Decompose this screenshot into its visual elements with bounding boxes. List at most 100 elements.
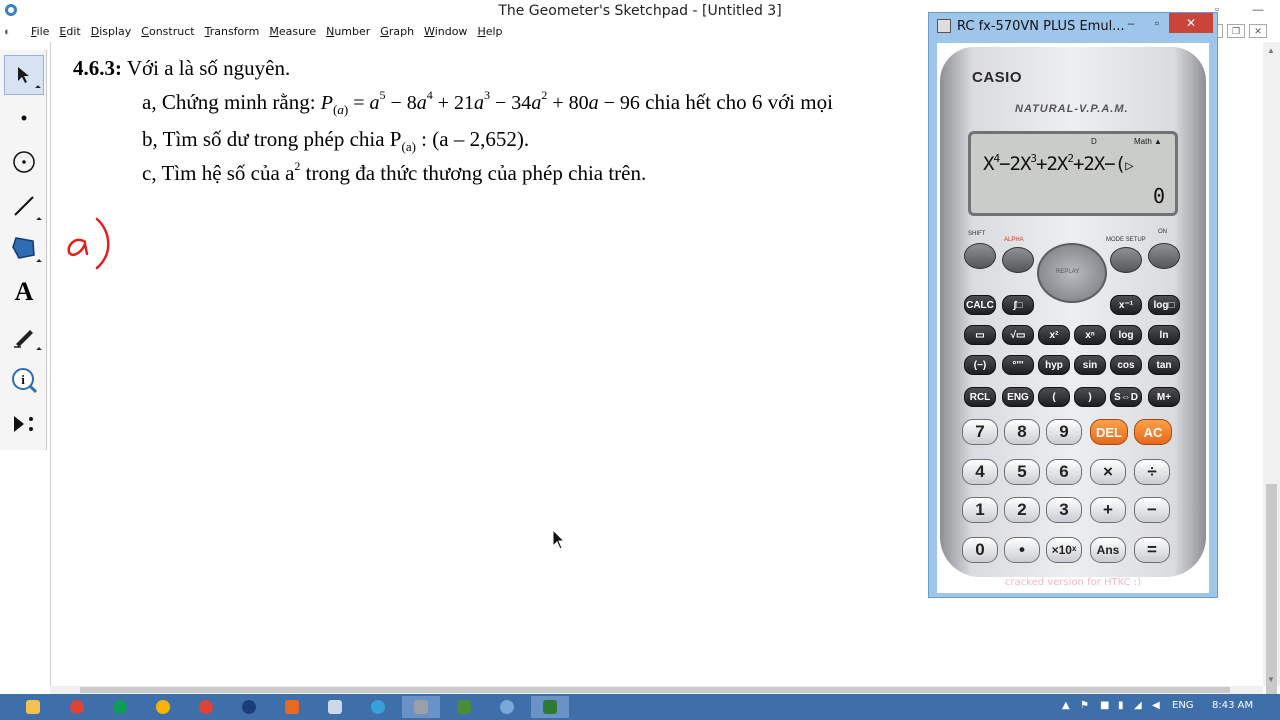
pdf-icon[interactable]	[273, 696, 311, 718]
tray-network-icon[interactable]: ◢	[1134, 700, 1142, 711]
menu-item[interactable]: Display	[86, 25, 137, 38]
information-tool[interactable]: i	[4, 360, 44, 400]
calculator-key[interactable]: =	[1134, 537, 1170, 563]
alpha-key[interactable]	[1002, 247, 1034, 273]
del-key[interactable]: DEL	[1090, 419, 1128, 445]
menu-item[interactable]: Number	[321, 25, 375, 38]
point-tool[interactable]	[4, 98, 44, 138]
scroll-up-icon[interactable]: ▲	[1267, 46, 1275, 55]
menu-item[interactable]: Window	[419, 25, 472, 38]
ac-key[interactable]: AC	[1134, 419, 1172, 445]
calculator-key[interactable]: +	[1090, 497, 1126, 523]
mdi-close-icon[interactable]: ✕	[1249, 24, 1267, 38]
scroll-down-icon[interactable]: ▼	[1267, 675, 1275, 684]
menu-item[interactable]: Measure	[264, 25, 321, 38]
taskbar: ▲ ⚑ ■ ▮ ◢ ◀ ENG 8:43 AM	[0, 694, 1280, 720]
calculator-key[interactable]: 1	[962, 497, 998, 523]
calculator-key[interactable]: −	[1134, 497, 1170, 523]
calculator-key[interactable]: (	[1038, 387, 1070, 407]
calculator-key[interactable]: 8	[1004, 419, 1040, 445]
calculator-key[interactable]: ▭	[964, 325, 996, 345]
tray-power-icon[interactable]: ▮	[1118, 700, 1124, 711]
custom-tool[interactable]	[4, 404, 44, 444]
compass-tool[interactable]	[4, 142, 44, 182]
recorder-icon[interactable]	[488, 696, 526, 718]
calculator-key[interactable]: 0	[962, 537, 998, 563]
calculator-key[interactable]: x⁻¹	[1110, 295, 1142, 315]
calculator-minimize-icon[interactable]: –	[1119, 13, 1143, 33]
minimize-icon[interactable]: —	[1236, 0, 1280, 20]
media-player-icon[interactable]	[230, 696, 268, 718]
horizontal-scrollbar[interactable]	[50, 686, 1263, 694]
calculator-key[interactable]: cos	[1110, 355, 1142, 375]
arrow-tool[interactable]	[4, 55, 44, 95]
calculator-key[interactable]: log□	[1148, 295, 1180, 315]
calculator-key[interactable]: ENG	[1002, 387, 1034, 407]
menu-item[interactable]: Construct	[136, 25, 199, 38]
document-menu-icon[interactable]: ◐	[4, 26, 20, 38]
tray-flag-icon[interactable]: ⚑	[1080, 700, 1089, 711]
tray-clock[interactable]: 8:43 AM	[1212, 700, 1253, 711]
straightedge-tool[interactable]	[4, 186, 44, 226]
menu-item[interactable]: Edit	[54, 25, 85, 38]
calculator-key[interactable]: hyp	[1038, 355, 1070, 375]
menu-item[interactable]: Transform	[200, 25, 265, 38]
mode-key[interactable]	[1110, 247, 1142, 273]
sketchpad-taskbar-icon[interactable]	[445, 696, 483, 718]
menu-item[interactable]: File	[26, 25, 54, 38]
tray-volume-icon[interactable]: ◀	[1152, 700, 1160, 711]
menu-item[interactable]: Graph	[375, 25, 419, 38]
mdi-restore-icon[interactable]: ❐	[1227, 24, 1245, 38]
menu-item[interactable]: Help	[472, 25, 507, 38]
calculator-key[interactable]: ln	[1148, 325, 1180, 345]
calculator-key[interactable]: S⇔D	[1110, 387, 1142, 407]
image-viewer-icon[interactable]	[316, 696, 354, 718]
calculator-key[interactable]: (−)	[964, 355, 996, 375]
calculator-key[interactable]: 3	[1046, 497, 1082, 523]
calculator-key[interactable]: log	[1110, 325, 1142, 345]
calculator-close-icon[interactable]: ✕	[1169, 13, 1213, 33]
marker-tool[interactable]	[4, 316, 44, 356]
calculator-key[interactable]: 9	[1046, 419, 1082, 445]
tray-security-icon[interactable]: ■	[1100, 700, 1109, 711]
sketchpad-active-icon[interactable]	[531, 696, 569, 718]
calculator-key[interactable]: ×10ˣ	[1046, 537, 1082, 563]
calculator-key[interactable]: x²	[1038, 325, 1070, 345]
calculator-key[interactable]: °'''	[1002, 355, 1034, 375]
shift-key[interactable]	[964, 243, 996, 269]
calculator-key[interactable]: 2	[1004, 497, 1040, 523]
calculator-key[interactable]: 6	[1046, 459, 1082, 485]
chrome-icon-2[interactable]	[101, 696, 139, 718]
replay-dpad[interactable]: REPLAY	[1037, 243, 1107, 303]
calculator-key[interactable]: )	[1074, 387, 1106, 407]
polygon-tool[interactable]	[4, 228, 44, 268]
calculator-key[interactable]: M+	[1148, 387, 1180, 407]
calculator-key[interactable]: RCL	[964, 387, 996, 407]
calculator-key[interactable]: √▭	[1002, 325, 1034, 345]
calculator-key[interactable]: sin	[1074, 355, 1106, 375]
calculator-key[interactable]: ∫□	[1002, 295, 1034, 315]
calculator-key[interactable]: ×	[1090, 459, 1126, 485]
horizontal-scroll-thumb[interactable]	[80, 687, 1230, 693]
calculator-key[interactable]: 5	[1004, 459, 1040, 485]
chrome-icon[interactable]	[58, 696, 96, 718]
on-key[interactable]	[1148, 243, 1180, 269]
calculator-maximize-icon[interactable]: ▫	[1145, 13, 1169, 33]
calculator-key[interactable]: Ans	[1090, 537, 1126, 563]
network-app-icon[interactable]	[359, 696, 397, 718]
calculator-key[interactable]: •	[1004, 537, 1040, 563]
calculator-key[interactable]: tan	[1148, 355, 1180, 375]
calculator-key[interactable]: 7	[962, 419, 998, 445]
calculator-key[interactable]: ÷	[1134, 459, 1170, 485]
chrome-icon-3[interactable]	[144, 696, 182, 718]
calculator-key[interactable]: xⁿ	[1074, 325, 1106, 345]
vertical-scrollbar[interactable]: ▲ ▼	[1263, 42, 1280, 709]
tray-chevron-icon[interactable]: ▲	[1062, 700, 1070, 711]
chrome-icon-4[interactable]	[187, 696, 225, 718]
calculator-key[interactable]: 4	[962, 459, 998, 485]
tray-language[interactable]: ENG	[1172, 700, 1194, 711]
calculator-taskbar-icon[interactable]	[402, 696, 440, 718]
calculator-key[interactable]: CALC	[964, 295, 996, 315]
explorer-icon[interactable]	[14, 696, 52, 718]
text-tool[interactable]: A	[4, 272, 44, 312]
